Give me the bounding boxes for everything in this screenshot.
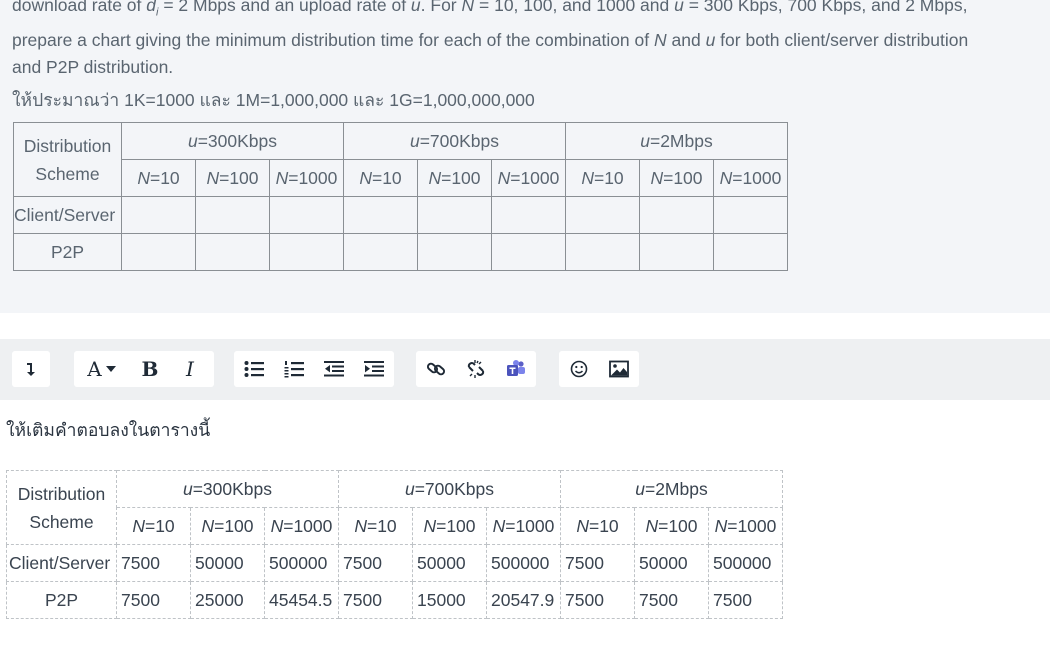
toolbar-group-media: [559, 351, 639, 387]
empty-cell: [417, 233, 492, 271]
scheme-header: Distribution Scheme: [6, 470, 117, 545]
group-header: u=700Kbps: [338, 470, 561, 508]
row-label-p2p: P2P: [6, 581, 117, 619]
answer-cell[interactable]: 45454.5: [264, 581, 339, 619]
answer-cell[interactable]: 50000: [190, 544, 265, 582]
answer-cell[interactable]: 50000: [634, 544, 709, 582]
answer-cell[interactable]: 7500: [708, 581, 783, 619]
answer-table[interactable]: Distribution Scheme u=300Kbps u=700Kbps u…: [6, 470, 783, 619]
empty-cell: [121, 233, 196, 271]
n-header: N=10: [560, 507, 635, 545]
row-label-p2p: P2P: [13, 233, 122, 271]
answer-cell[interactable]: 7500: [560, 544, 635, 582]
ordered-list-icon[interactable]: [274, 351, 314, 387]
indent-icon[interactable]: [354, 351, 394, 387]
n-header: N=10: [338, 507, 413, 545]
empty-cell: [491, 233, 566, 271]
answer-cell[interactable]: 500000: [486, 544, 561, 582]
n-header: N=100: [634, 507, 709, 545]
question-text: download rate of di = 2 Mbps and an uplo…: [12, 0, 1048, 81]
answer-cell[interactable]: 7500: [560, 581, 635, 619]
row-label-client-server: Client/Server: [13, 196, 122, 234]
n-header: N=10: [343, 159, 418, 197]
n-header: N=100: [639, 159, 714, 197]
answer-cell[interactable]: 7500: [116, 544, 191, 582]
toolbar-group-links: [416, 351, 536, 387]
n-header: N=100: [195, 159, 270, 197]
question-line-2: prepare a chart giving the minimum distr…: [12, 29, 969, 50]
n-header: N=100: [190, 507, 265, 545]
separator: [0, 313, 1050, 339]
answer-cell[interactable]: 25000: [190, 581, 265, 619]
empty-cell: [713, 233, 788, 271]
empty-cell: [713, 196, 788, 234]
answer-cell[interactable]: 15000: [412, 581, 487, 619]
italic-icon[interactable]: I: [170, 351, 210, 387]
collapse-toolbar-icon[interactable]: [12, 351, 50, 387]
answer-instruction: ให้เติมคำตอบลงในตารางนี้: [6, 420, 211, 440]
empty-cell: [195, 196, 270, 234]
n-header: N=1000: [491, 159, 566, 197]
answer-cell[interactable]: 500000: [264, 544, 339, 582]
row-label-client-server: Client/Server: [6, 544, 117, 582]
unit-note: ให้ประมาณว่า 1K=1000 และ 1M=1,000,000 แล…: [12, 90, 535, 110]
image-icon[interactable]: [599, 351, 639, 387]
emoji-icon[interactable]: [559, 351, 599, 387]
group-header: u=2Mbps: [560, 470, 783, 508]
empty-cell: [639, 233, 714, 271]
unordered-list-icon[interactable]: [234, 351, 274, 387]
empty-cell: [269, 233, 344, 271]
question-line-3: and P2P distribution.: [12, 56, 174, 77]
toolbar-group-collapse: [12, 351, 50, 387]
empty-cell: [491, 196, 566, 234]
group-header: u=2Mbps: [565, 122, 788, 160]
answer-cell[interactable]: 7500: [338, 544, 413, 582]
question-line-1: download rate of di = 2 Mbps and an uplo…: [12, 0, 968, 19]
outdent-icon[interactable]: [314, 351, 354, 387]
empty-cell: [639, 196, 714, 234]
n-header: N=1000: [486, 507, 561, 545]
group-header: u=300Kbps: [121, 122, 344, 160]
toolbar-group-text: A B I: [74, 351, 214, 387]
group-header: u=700Kbps: [343, 122, 566, 160]
answer-cell[interactable]: 7500: [116, 581, 191, 619]
empty-cell: [565, 196, 640, 234]
n-header: N=100: [417, 159, 492, 197]
question-panel: download rate of di = 2 Mbps and an uplo…: [0, 0, 1050, 313]
answer-cell[interactable]: 7500: [634, 581, 709, 619]
n-header: N=10: [121, 159, 196, 197]
empty-cell: [343, 196, 418, 234]
answer-cell[interactable]: 50000: [412, 544, 487, 582]
n-header: N=100: [412, 507, 487, 545]
teams-icon[interactable]: [496, 351, 536, 387]
link-icon[interactable]: [416, 351, 456, 387]
empty-cell: [195, 233, 270, 271]
empty-cell: [565, 233, 640, 271]
empty-cell: [121, 196, 196, 234]
toolbar-group-lists: [234, 351, 394, 387]
empty-cell: [343, 233, 418, 271]
n-header: N=1000: [269, 159, 344, 197]
n-header: N=1000: [713, 159, 788, 197]
answer-cell[interactable]: 7500: [338, 581, 413, 619]
n-header: N=10: [565, 159, 640, 197]
editor-toolbar: A B I: [0, 339, 1050, 400]
answer-cell[interactable]: 500000: [708, 544, 783, 582]
font-style-icon[interactable]: A: [74, 351, 130, 387]
n-header: N=1000: [708, 507, 783, 545]
question-table: Distribution Scheme u=300Kbps u=700Kbps u…: [13, 122, 788, 271]
empty-cell: [269, 196, 344, 234]
bold-icon[interactable]: B: [130, 351, 170, 387]
scheme-header: Distribution Scheme: [13, 122, 122, 197]
group-header: u=300Kbps: [116, 470, 339, 508]
n-header: N=10: [116, 507, 191, 545]
n-header: N=1000: [264, 507, 339, 545]
empty-cell: [417, 196, 492, 234]
answer-cell[interactable]: 20547.9: [486, 581, 561, 619]
unlink-icon[interactable]: [456, 351, 496, 387]
